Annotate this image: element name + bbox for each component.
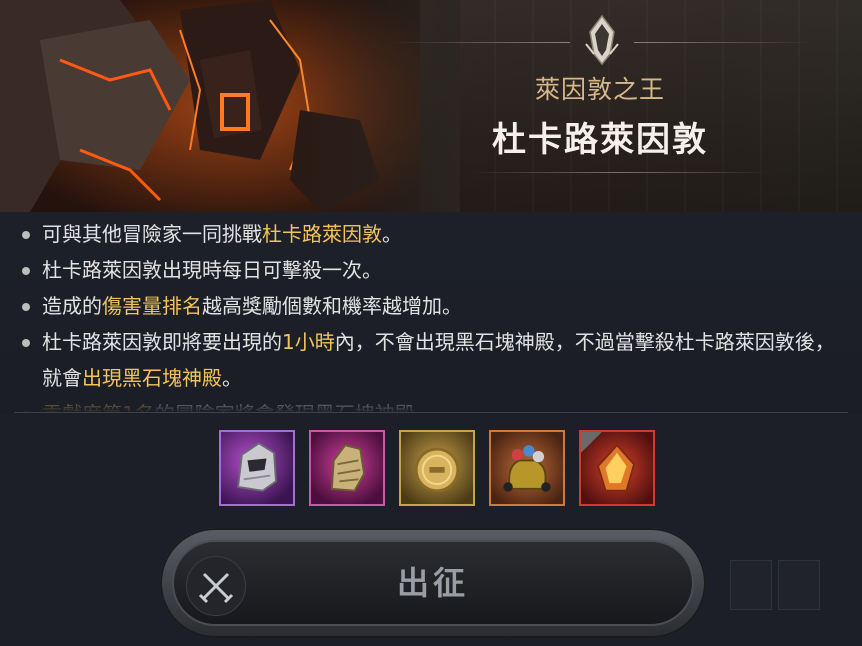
- background-widget: [730, 560, 772, 610]
- boss-subtitle: 萊因敦之王: [534, 75, 665, 104]
- description-item: 可與其他冒險家一同挑戰杜卡路萊因敦。: [20, 216, 850, 252]
- reward-slot-helmet[interactable]: [219, 430, 295, 506]
- description-item: 杜卡路萊因敦出現時每日可擊殺一次。: [20, 252, 850, 288]
- description-text: 造成的: [42, 294, 102, 318]
- description-list: 可與其他冒險家一同挑戰杜卡路萊因敦。 杜卡路萊因敦出現時每日可擊殺一次。 造成的傷害…: [20, 216, 850, 412]
- description-item: 造成的傷害量排名越高獎勵個數和機率越增加。: [20, 288, 850, 324]
- description-text: 杜卡路萊因敦即將要出現的: [42, 330, 282, 354]
- highlight-text: 傷害量排名: [102, 294, 202, 318]
- highlight-text: 杜卡路萊因敦: [262, 222, 382, 246]
- boss-title: 杜卡路萊因敦: [492, 120, 708, 160]
- treasure-sack-icon: [503, 445, 551, 492]
- title-underline: [470, 172, 770, 173]
- reward-slot-crystal[interactable]: [579, 430, 655, 506]
- description-text: 可與其他冒險家一同挑戰: [42, 222, 262, 246]
- fire-crystal-icon: [581, 432, 636, 492]
- description-text: 杜卡路萊因敦出現時每日可擊殺一次。: [42, 258, 382, 282]
- armor-helmet-icon: [237, 442, 277, 492]
- highlight-text: 1小時: [282, 330, 335, 354]
- go-button-label[interactable]: 出征: [172, 540, 694, 626]
- description-text: 越高獎勵個數和機率越增加。: [202, 294, 462, 318]
- background-widget: [778, 560, 820, 610]
- description-text: 。: [382, 222, 402, 246]
- header-fade: [300, 0, 460, 212]
- header-divider-left: [390, 42, 570, 43]
- gold-coin-icon: [414, 447, 460, 493]
- header-divider-right: [634, 42, 814, 43]
- reward-slot-sack[interactable]: [489, 430, 565, 506]
- description-panel[interactable]: 可與其他冒險家一同挑戰杜卡路萊因敦。 杜卡路萊因敦出現時每日可擊殺一次。 造成的傷害…: [0, 212, 862, 412]
- reward-slot-gloves[interactable]: [309, 430, 385, 506]
- description-scroll-fade: [0, 386, 862, 412]
- boss-header: 萊因敦之王 杜卡路萊因敦: [0, 0, 862, 212]
- reward-slot-coin[interactable]: [399, 430, 475, 506]
- boss-emblem-icon: [585, 14, 619, 66]
- armor-gloves-icon: [330, 444, 366, 492]
